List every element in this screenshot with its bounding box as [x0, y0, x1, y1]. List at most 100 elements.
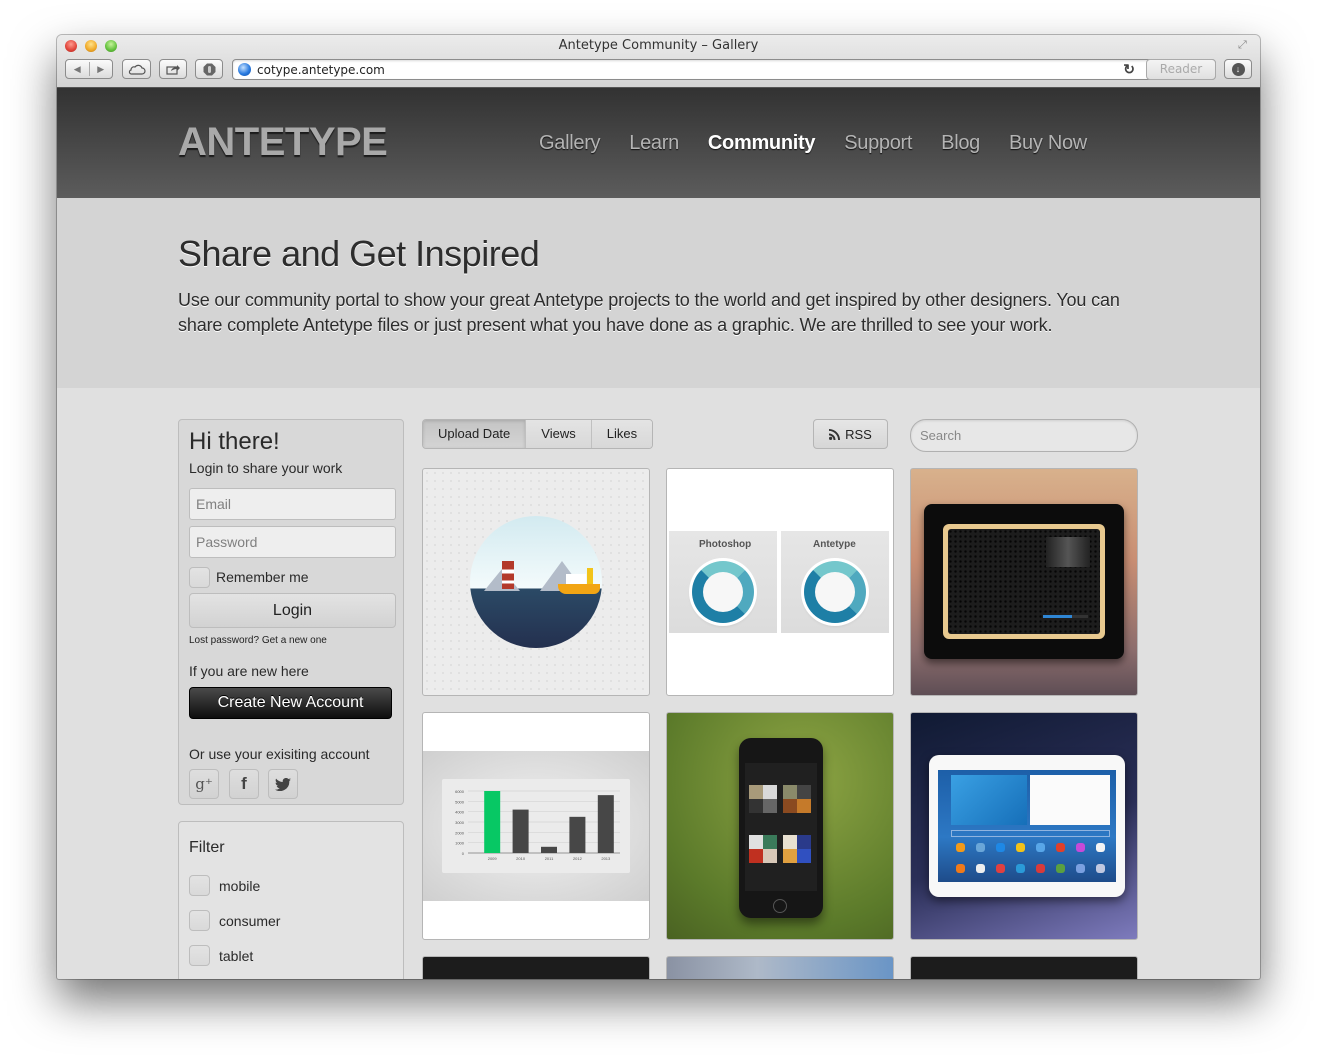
filter-label[interactable]: mobile: [219, 878, 260, 894]
password-field[interactable]: [189, 526, 396, 558]
lighthouse-illustration: [470, 516, 602, 648]
lost-password-link[interactable]: Lost password? Get a new one: [189, 635, 327, 646]
site-header: ANTETYPE Gallery Learn Community Support…: [57, 88, 1260, 198]
fullscreen-icon[interactable]: ⤢: [1238, 39, 1252, 53]
gallery-tile-partial[interactable]: [666, 956, 894, 979]
chart-y-tick-label: 0: [462, 851, 465, 856]
login-greeting: Hi there!: [189, 428, 280, 455]
hero-section: Share and Get Inspired Use our community…: [57, 198, 1260, 388]
tablet-graphic: [929, 755, 1125, 897]
privacy-button[interactable]: [195, 59, 223, 79]
chart-x-tick-label: 2010: [516, 856, 526, 861]
sort-likes-tab[interactable]: Likes: [591, 420, 653, 448]
chart-y-tick-label: 5000: [455, 799, 465, 804]
gallery-tile-knob-comparison[interactable]: Photoshop Antetype: [666, 468, 894, 696]
gallery-tile-ipad-radio[interactable]: [910, 468, 1138, 696]
gallery-tile-partial[interactable]: [422, 956, 650, 979]
downloads-button[interactable]: ↓: [1224, 59, 1252, 79]
ipad-radio-graphic: [924, 504, 1124, 659]
tile-caption: Antetype: [813, 539, 856, 550]
new-here-label: If you are new here: [189, 663, 309, 679]
filter-panel: Filter mobile consumer tablet: [178, 821, 404, 979]
hand-stop-icon: [203, 63, 215, 75]
gallery-tile-partial[interactable]: [910, 956, 1138, 979]
window-title: Antetype Community – Gallery: [558, 38, 759, 53]
gallery-tile-iphone-music[interactable]: [666, 712, 894, 940]
create-account-button[interactable]: Create New Account: [189, 687, 392, 719]
google-plus-icon: g⁺: [195, 775, 213, 793]
knob-graphic: [692, 561, 754, 623]
chart-y-tick-label: 2000: [455, 830, 465, 835]
gallery-tile-galaxy-tab[interactable]: [910, 712, 1138, 940]
address-bar[interactable]: cotype.antetype.com ↻ Reader: [232, 59, 1216, 80]
tile-caption: Photoshop: [699, 539, 752, 550]
sort-upload-date-tab[interactable]: Upload Date: [423, 420, 527, 448]
chart-x-tick-label: 2011: [545, 856, 554, 861]
twitter-icon: [275, 777, 291, 791]
email-field[interactable]: [189, 488, 396, 520]
url-text[interactable]: cotype.antetype.com: [257, 63, 385, 77]
hero-description: Use our community portal to show your gr…: [178, 290, 1120, 335]
search-input[interactable]: [910, 419, 1138, 452]
site-logo[interactable]: ANTETYPE: [178, 120, 388, 165]
chart-x-tick-label: 2013: [601, 856, 611, 861]
bar-chart-thumbnail: 0 1000 2000 3000 4000 5000 6000 2009 2010 2011 201…: [455, 789, 620, 861]
back-forward-buttons: ◀ ▶: [65, 59, 113, 79]
nav-gallery[interactable]: Gallery: [539, 132, 601, 155]
chart-bar: [541, 846, 557, 853]
sort-segmented-control: Upload Date Views Likes: [422, 419, 654, 449]
google-plus-login-button[interactable]: g⁺: [189, 769, 219, 799]
chart-y-tick-label: 4000: [455, 810, 465, 815]
filter-label[interactable]: consumer: [219, 913, 280, 929]
nav-blog[interactable]: Blog: [941, 132, 980, 155]
share-button[interactable]: [159, 59, 187, 79]
login-subtitle: Login to share your work: [189, 460, 343, 476]
remember-me-checkbox[interactable]: [189, 567, 210, 588]
icloud-tabs-button[interactable]: [122, 59, 151, 79]
login-button[interactable]: Login: [189, 593, 396, 628]
rss-button[interactable]: RSS: [813, 419, 888, 449]
reload-icon[interactable]: ↻: [1123, 61, 1135, 78]
facebook-login-button[interactable]: f: [229, 769, 259, 799]
remember-me-label[interactable]: Remember me: [216, 569, 309, 585]
twitter-login-button[interactable]: [268, 769, 298, 799]
nav-buy-now[interactable]: Buy Now: [1009, 132, 1087, 155]
rss-label: RSS: [845, 426, 872, 442]
nav-community[interactable]: Community: [708, 132, 816, 155]
page-title: Share and Get Inspired: [178, 233, 540, 274]
chart-x-tick-label: 2012: [573, 856, 583, 861]
gallery-tile-bar-chart[interactable]: 0 1000 2000 3000 4000 5000 6000 2009 2010 2011 201…: [422, 712, 650, 940]
nav-learn[interactable]: Learn: [629, 132, 679, 155]
filter-label[interactable]: tablet: [219, 948, 253, 964]
chart-y-tick-label: 1000: [455, 841, 465, 846]
knob-graphic: [804, 561, 866, 623]
existing-account-label: Or use your exisiting account: [189, 746, 370, 762]
chart-y-tick-label: 3000: [455, 820, 465, 825]
sort-views-tab[interactable]: Views: [526, 420, 592, 448]
gallery-tile-lighthouse[interactable]: [422, 468, 650, 696]
login-panel: Hi there! Login to share your work Remem…: [178, 419, 404, 805]
filter-checkbox[interactable]: [189, 875, 210, 896]
forward-arrow-icon[interactable]: ▶: [90, 64, 113, 75]
rss-icon: [829, 428, 841, 440]
filter-checkbox[interactable]: [189, 910, 210, 931]
nav-support[interactable]: Support: [844, 132, 912, 155]
reader-button[interactable]: Reader: [1146, 59, 1216, 80]
filter-title: Filter: [189, 839, 225, 856]
iphone-graphic: [739, 738, 823, 918]
chart-bar: [597, 795, 614, 853]
chart-bar: [484, 791, 501, 853]
filter-checkbox[interactable]: [189, 945, 210, 966]
cloud-icon: [128, 64, 146, 75]
facebook-icon: f: [241, 774, 247, 793]
browser-window: Antetype Community – Gallery ⤢ ◀ ▶ cotyp…: [57, 35, 1260, 979]
chart-x-tick-label: 2009: [488, 856, 498, 861]
share-icon: [166, 65, 180, 75]
globe-icon: [238, 63, 251, 76]
browser-toolbar: Antetype Community – Gallery ⤢ ◀ ▶ cotyp…: [57, 35, 1260, 88]
back-arrow-icon[interactable]: ◀: [66, 64, 89, 75]
main-nav: Gallery Learn Community Support Blog Buy…: [539, 132, 1116, 155]
chart-y-tick-label: 6000: [455, 789, 465, 794]
download-icon: ↓: [1231, 62, 1245, 76]
chart-bar: [569, 816, 586, 853]
